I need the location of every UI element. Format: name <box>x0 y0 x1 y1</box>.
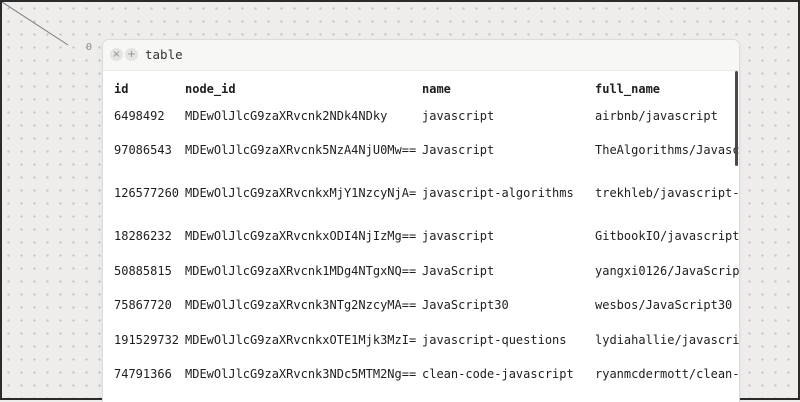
cell-id: 50885815 <box>114 263 172 278</box>
vertical-scrollbar[interactable] <box>735 71 738 166</box>
table-row[interactable]: 191529732 MDEwOlJlcG9zaXRvcnkxOTE1Mjk3Mz… <box>114 331 739 348</box>
node-index-label: 0 <box>86 42 93 53</box>
cell-id: 75867720 <box>114 298 172 312</box>
cell-id: 74791366 <box>114 367 172 381</box>
plus-icon[interactable]: + <box>125 48 138 61</box>
cell-full-name: TheAlgorithms/Javascript <box>595 143 739 157</box>
cell-full-name: yangxi0126/JavaScript <box>595 263 739 278</box>
cell-name: clean-code-javascript <box>422 367 574 381</box>
cell-full-name: wesbos/JavaScript30 <box>595 298 733 312</box>
node-header[interactable]: × + table <box>103 40 739 71</box>
cell-full-name: ryanmcdermott/clean-code-javascript <box>595 367 739 381</box>
cell-id: 126577260 <box>114 185 180 200</box>
cell-id: 97086543 <box>114 143 172 157</box>
table-row[interactable]: 50885815 MDEwOlJlcG9zaXRvcnk1MDg4NTgxNQ=… <box>114 262 739 279</box>
table-node-card[interactable]: × + table id node_id name full_name 6498… <box>103 40 739 402</box>
cell-name: JavaScript <box>422 263 495 278</box>
table-row[interactable]: 97086543 MDEwOlJlcG9zaXRvcnk5NzA4NjU0Mw=… <box>114 124 739 176</box>
data-table: id node_id name full_name 6498492 MDEwOl… <box>114 70 739 400</box>
cell-name: javascript-algorithms <box>422 185 574 200</box>
cell-id: 18286232 <box>114 228 172 243</box>
cell-id: 6498492 <box>114 109 165 123</box>
cell-node-id: MDEwOlJlcG9zaXRvcnk5NzA4NjU0Mw== <box>185 143 417 157</box>
node-title: table <box>145 47 183 62</box>
table-row[interactable]: 74791366 MDEwOlJlcG9zaXRvcnk3NDc5MTM2Ng=… <box>114 348 739 400</box>
column-header-full-name[interactable]: full_name <box>595 70 739 108</box>
cell-name: javascript <box>422 228 495 243</box>
cell-node-id: MDEwOlJlcG9zaXRvcnkxMjY1NzcyNjA= <box>185 185 417 200</box>
cell-node-id: MDEwOlJlcG9zaXRvcnk3NTg2NzcyMA== <box>185 298 417 312</box>
cell-node-id: MDEwOlJlcG9zaXRvcnkxOTE1Mjk3MzI= <box>185 332 417 347</box>
cell-id: 191529732 <box>114 332 180 347</box>
table-row[interactable]: 6498492 MDEwOlJlcG9zaXRvcnk2NDk4NDky jav… <box>114 108 739 124</box>
column-header-id[interactable]: id <box>114 70 185 108</box>
cell-node-id: MDEwOlJlcG9zaXRvcnk2NDk4NDky <box>185 109 388 123</box>
table-row[interactable]: 75867720 MDEwOlJlcG9zaXRvcnk3NTg2NzcyMA=… <box>114 279 739 331</box>
table-row[interactable]: 18286232 MDEwOlJlcG9zaXRvcnkxODI4NjIzMg=… <box>114 209 739 262</box>
cell-name: javascript-questions <box>422 332 567 347</box>
cell-full-name: airbnb/javascript <box>595 109 718 123</box>
cell-node-id: MDEwOlJlcG9zaXRvcnk1MDg4NTgxNQ== <box>185 263 417 278</box>
column-header-node-id[interactable]: node_id <box>185 70 422 108</box>
cell-name: Javascript <box>422 143 495 157</box>
cell-full-name: trekhleb/javascript-algorithms <box>595 185 739 200</box>
cell-name: javascript <box>422 109 495 123</box>
cell-full-name: GitbookIO/javascript <box>595 228 739 243</box>
cell-node-id: MDEwOlJlcG9zaXRvcnkxODI4NjIzMg== <box>185 228 417 243</box>
cell-name: JavaScript30 <box>422 298 509 312</box>
column-header-name[interactable]: name <box>422 70 595 108</box>
close-icon[interactable]: × <box>110 48 123 61</box>
connector-edge <box>2 2 69 46</box>
table-scroll-area[interactable]: id node_id name full_name 6498492 MDEwOl… <box>103 70 739 402</box>
table-header-row: id node_id name full_name <box>114 70 739 108</box>
cell-node-id: MDEwOlJlcG9zaXRvcnk3NDc5MTM2Ng== <box>185 367 417 381</box>
cell-full-name: lydiahallie/javascript-questions <box>595 332 739 347</box>
table-row[interactable]: 126577260 MDEwOlJlcG9zaXRvcnkxMjY1NzcyNj… <box>114 176 739 209</box>
